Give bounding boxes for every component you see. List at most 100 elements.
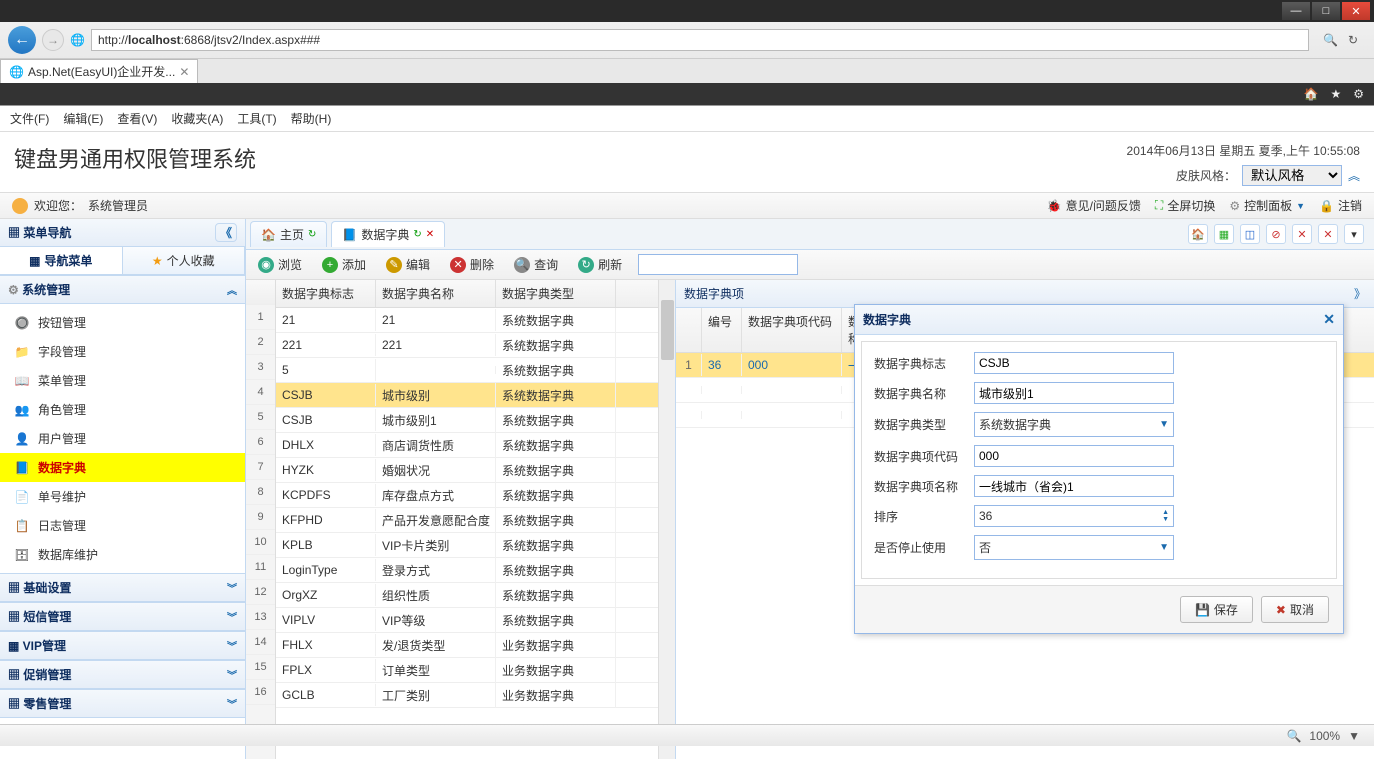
acc-VIP管理[interactable]: ▦ VIP管理︾	[0, 631, 245, 660]
spin-sort[interactable]: 36▲▼	[974, 505, 1174, 527]
table-row[interactable]: GCLB工厂类别业务数据字典	[276, 683, 658, 708]
table-row[interactable]: 2121系统数据字典	[276, 308, 658, 333]
nav-数据库维护[interactable]: 🗄数据库维护	[0, 540, 245, 569]
nav-用户管理[interactable]: 👤用户管理	[0, 424, 245, 453]
combo-stop[interactable]: 否▼	[974, 535, 1174, 560]
sidebar-tab-fav[interactable]: ★个人收藏	[123, 247, 246, 274]
menu-编辑(E)[interactable]: 编辑(E)	[63, 110, 103, 127]
tool-new[interactable]: ◫	[1240, 224, 1260, 244]
table-row[interactable]: HYZK婚姻状况系统数据字典	[276, 458, 658, 483]
close-icon[interactable]: ✕	[426, 229, 434, 240]
logout-link[interactable]: 🔒注销	[1319, 197, 1362, 214]
table-row[interactable]: CSJB城市级别1系统数据字典	[276, 408, 658, 433]
table-row[interactable]: CSJB城市级别系统数据字典	[276, 383, 658, 408]
btn-browse[interactable]: ◉浏览	[254, 254, 306, 275]
refresh-icon[interactable]: ↻	[1348, 33, 1358, 47]
table-row[interactable]: 221221系统数据字典	[276, 333, 658, 358]
browser-forward[interactable]: →	[42, 29, 64, 51]
star-icon[interactable]: ★	[1330, 87, 1341, 101]
col-header[interactable]: 数据字典类型	[496, 280, 616, 307]
fullscreen-link[interactable]: ⛶全屏切换	[1155, 197, 1215, 214]
ctab-home[interactable]: 🏠主页 ↻	[250, 221, 327, 247]
scrollbar[interactable]	[658, 280, 675, 759]
ctab-dict[interactable]: 📘数据字典 ↻✕	[331, 221, 445, 247]
nav-日志管理[interactable]: 📋日志管理	[0, 511, 245, 540]
menu-查看(V)[interactable]: 查看(V)	[117, 110, 157, 127]
combo-type[interactable]: 系统数据字典▼	[974, 412, 1174, 437]
search-input[interactable]	[638, 254, 798, 275]
tool-close[interactable]: ✕	[1292, 224, 1312, 244]
table-row[interactable]: KPLBVIP卡片类别系统数据字典	[276, 533, 658, 558]
tool-stop[interactable]: ⊘	[1266, 224, 1286, 244]
acc-system[interactable]: ⚙ 系统管理 ︽	[0, 275, 245, 304]
btn-search[interactable]: 🔍查询	[510, 254, 562, 275]
menu-文件(F)[interactable]: 文件(F)	[10, 110, 49, 127]
table-row[interactable]: LoginType登录方式系统数据字典	[276, 558, 658, 583]
inp-flag[interactable]	[974, 352, 1174, 374]
spin-down-icon[interactable]: ▼	[1162, 516, 1169, 523]
window-close[interactable]: ✕	[1342, 2, 1370, 20]
table-row[interactable]: KFPHD产品开发意愿配合度系统数据字典	[276, 508, 658, 533]
sidebar-tab-nav[interactable]: ▦导航菜单	[0, 247, 123, 274]
menu-工具(T)[interactable]: 工具(T)	[237, 110, 276, 127]
col-header[interactable]: 数据字典标志	[276, 280, 376, 307]
browser-tab[interactable]: 🌐 Asp.Net(EasyUI)企业开发... ✕	[0, 59, 198, 83]
tool-close-all[interactable]: ✕	[1318, 224, 1338, 244]
acc-促销管理[interactable]: ▦ 促销管理︾	[0, 660, 245, 689]
tool-menu[interactable]: ▾	[1344, 224, 1364, 244]
col-header[interactable]: 数据字典项代码	[742, 308, 842, 352]
table-row[interactable]: KCPDFS库存盘点方式系统数据字典	[276, 483, 658, 508]
window-minimize[interactable]: —	[1282, 2, 1310, 20]
nav-字段管理[interactable]: 📁字段管理	[0, 337, 245, 366]
table-row[interactable]: DHLX商店调货性质系统数据字典	[276, 433, 658, 458]
header-collapse[interactable]: ︽	[1348, 167, 1360, 184]
zoom-icon[interactable]: 🔍	[1286, 729, 1301, 743]
refresh-icon[interactable]: ↻	[413, 229, 421, 240]
btn-refresh[interactable]: ↻刷新	[574, 254, 626, 275]
acc-短信管理[interactable]: ▦ 短信管理︾	[0, 602, 245, 631]
home-icon[interactable]: 🏠	[1304, 87, 1319, 101]
tab-close[interactable]: ✕	[179, 65, 189, 79]
nav-单号维护[interactable]: 📄单号维护	[0, 482, 245, 511]
cell: 系统数据字典	[496, 458, 616, 483]
acc-基础设置[interactable]: ▦ 基础设置︾	[0, 573, 245, 602]
window-maximize[interactable]: □	[1312, 2, 1340, 20]
menu-帮助(H)[interactable]: 帮助(H)	[291, 110, 332, 127]
nav-角色管理[interactable]: 👥角色管理	[0, 395, 245, 424]
gear-icon[interactable]: ⚙	[1353, 87, 1364, 101]
btn-add[interactable]: +添加	[318, 254, 370, 275]
cancel-button[interactable]: ✖取消	[1261, 596, 1329, 623]
tool-grid[interactable]: ▦	[1214, 224, 1234, 244]
col-header[interactable]: 编号	[702, 308, 742, 352]
sidebar-collapse[interactable]: 《	[215, 223, 237, 242]
table-row[interactable]: FPLX订单类型业务数据字典	[276, 658, 658, 683]
nav-菜单管理[interactable]: 📖菜单管理	[0, 366, 245, 395]
address-bar[interactable]: http://localhost:6868/jtsv2/Index.aspx##…	[91, 29, 1309, 51]
col-header[interactable]: 数据字典名称	[376, 280, 496, 307]
zoom-menu[interactable]: ▼	[1348, 729, 1360, 743]
nav-数据字典[interactable]: 📘数据字典	[0, 453, 245, 482]
refresh-icon[interactable]: ↻	[308, 229, 316, 240]
search-icon[interactable]: 🔍	[1323, 33, 1338, 47]
inp-code[interactable]	[974, 445, 1174, 467]
table-row[interactable]: OrgXZ组织性质系统数据字典	[276, 583, 658, 608]
nav-按钮管理[interactable]: 🔘按钮管理	[0, 308, 245, 337]
feedback-link[interactable]: 🐞意见/问题反馈	[1047, 197, 1141, 214]
tool-home[interactable]: 🏠	[1188, 224, 1208, 244]
menu-收藏夹(A)[interactable]: 收藏夹(A)	[171, 110, 223, 127]
inp-item[interactable]	[974, 475, 1174, 497]
control-link[interactable]: ⚙控制面板 ▼	[1229, 197, 1305, 214]
skin-select[interactable]: 默认风格	[1242, 165, 1342, 186]
table-row[interactable]: VIPLVVIP等级系统数据字典	[276, 608, 658, 633]
table-row[interactable]: 5系统数据字典	[276, 358, 658, 383]
save-button[interactable]: 💾保存	[1180, 596, 1253, 623]
spin-up-icon[interactable]: ▲	[1162, 509, 1169, 516]
btn-delete[interactable]: ✕删除	[446, 254, 498, 275]
acc-零售管理[interactable]: ▦ 零售管理︾	[0, 689, 245, 718]
table-row[interactable]: FHLX发/退货类型业务数据字典	[276, 633, 658, 658]
browser-back[interactable]: ←	[8, 26, 36, 54]
btn-edit[interactable]: ✎编辑	[382, 254, 434, 275]
dialog-close[interactable]: ✕	[1323, 311, 1335, 328]
inp-name[interactable]	[974, 382, 1174, 404]
expand-icon[interactable]: 》	[1354, 285, 1366, 302]
